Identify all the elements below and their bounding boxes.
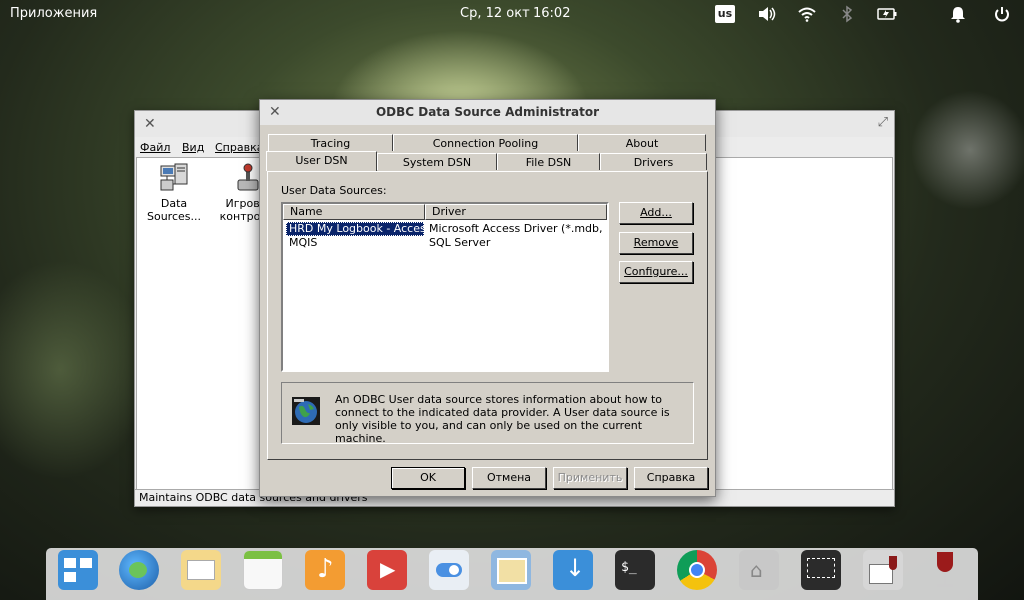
music-icon[interactable]: ♪: [305, 550, 345, 590]
tab-file-dsn[interactable]: File DSN: [497, 153, 600, 170]
power-icon[interactable]: [992, 5, 1012, 23]
odbc-dialog: ✕ ODBC Data Source Administrator Tracing…: [259, 99, 716, 497]
applications-menu[interactable]: Приложения: [10, 6, 97, 21]
column-header-name[interactable]: Name: [283, 204, 425, 220]
ok-button[interactable]: OK: [391, 467, 465, 489]
data-sources-icon: [160, 163, 188, 191]
table-row[interactable]: HRD My Logbook - Access Microsoft Access…: [283, 222, 607, 236]
column-header-driver[interactable]: Driver: [425, 204, 607, 220]
tab-user-dsn[interactable]: User DSN: [266, 151, 377, 171]
bluetooth-icon[interactable]: [837, 5, 857, 23]
multitasking-icon[interactable]: [58, 550, 98, 590]
volume-icon[interactable]: [757, 5, 777, 23]
menu-view[interactable]: Вид: [182, 141, 204, 154]
data-sources-list[interactable]: Name Driver HRD My Logbook - Access Micr…: [281, 202, 609, 372]
wallpaper-bokeh: [910, 90, 1024, 210]
wallpaper-bokeh: [0, 260, 150, 480]
mail-icon[interactable]: [181, 550, 221, 590]
tab-drivers[interactable]: Drivers: [600, 153, 707, 170]
dialog-titlebar[interactable]: ✕ ODBC Data Source Administrator: [260, 100, 715, 125]
dialog-title: ODBC Data Source Administrator: [375, 105, 600, 119]
tab-tracing[interactable]: Tracing: [268, 134, 393, 151]
cancel-button[interactable]: Отмена: [472, 467, 546, 489]
apply-button[interactable]: Применить: [553, 467, 627, 489]
menu-help[interactable]: Справка: [215, 141, 263, 154]
videos-icon[interactable]: ▶: [367, 550, 407, 590]
settings-toggle-icon[interactable]: [429, 550, 469, 590]
photos-icon[interactable]: [491, 550, 531, 590]
tab-system-dsn[interactable]: System DSN: [377, 153, 497, 170]
tab-about[interactable]: About: [578, 134, 706, 151]
info-text: An ODBC User data source stores informat…: [335, 393, 670, 445]
help-button[interactable]: Справка: [634, 467, 708, 489]
tab-connection-pooling[interactable]: Connection Pooling: [393, 134, 578, 151]
row-driver: SQL Server: [429, 236, 491, 249]
configure-button-label: Configure...: [624, 265, 688, 278]
table-row[interactable]: MQIS SQL Server: [283, 236, 607, 250]
odbc-globe-icon: [292, 397, 320, 425]
close-icon[interactable]: ✕: [269, 100, 281, 125]
row-name: HRD My Logbook - Access: [286, 222, 424, 236]
calendar-icon[interactable]: [243, 550, 283, 590]
wifi-icon[interactable]: [797, 5, 817, 23]
maximize-icon[interactable]: ⤢: [878, 115, 888, 130]
add-button[interactable]: Add...: [619, 202, 693, 224]
appcenter-download-icon[interactable]: ↓: [553, 550, 593, 590]
notifications-icon[interactable]: [948, 5, 968, 23]
row-name: MQIS: [289, 236, 318, 249]
terminal-icon[interactable]: $_: [615, 550, 655, 590]
top-panel: Приложения Ср, 12 окт 16:02 us: [0, 0, 1024, 28]
keyboard-layout-indicator[interactable]: us: [715, 5, 735, 23]
chrome-icon[interactable]: [677, 550, 717, 590]
screenshot-icon[interactable]: [801, 550, 841, 590]
close-icon[interactable]: ✕: [144, 116, 156, 132]
data-sources-label-1: Data: [160, 197, 188, 210]
data-sources-item[interactable]: Data Sources...: [139, 162, 209, 223]
menu-file[interactable]: Файл: [140, 141, 170, 154]
user-data-sources-label: User Data Sources:: [281, 184, 387, 197]
battery-icon[interactable]: [877, 5, 897, 23]
data-sources-label-2: Sources...: [146, 210, 201, 223]
remove-button[interactable]: Remove: [619, 232, 693, 254]
row-driver: Microsoft Access Driver (*.mdb, ...: [429, 222, 607, 235]
wine-icon[interactable]: [925, 550, 965, 590]
remove-button-label: Remove: [633, 236, 679, 249]
files-home-icon[interactable]: ⌂: [739, 550, 779, 590]
configure-button[interactable]: Configure...: [619, 261, 693, 283]
browser-globe-icon[interactable]: [119, 550, 159, 590]
time-label[interactable]: 16:02: [533, 6, 570, 21]
date-label[interactable]: Ср, 12 окт: [460, 6, 530, 21]
wine-control-icon[interactable]: [863, 550, 903, 590]
info-box: An ODBC User data source stores informat…: [281, 382, 694, 445]
add-button-label: Add...: [640, 206, 672, 219]
